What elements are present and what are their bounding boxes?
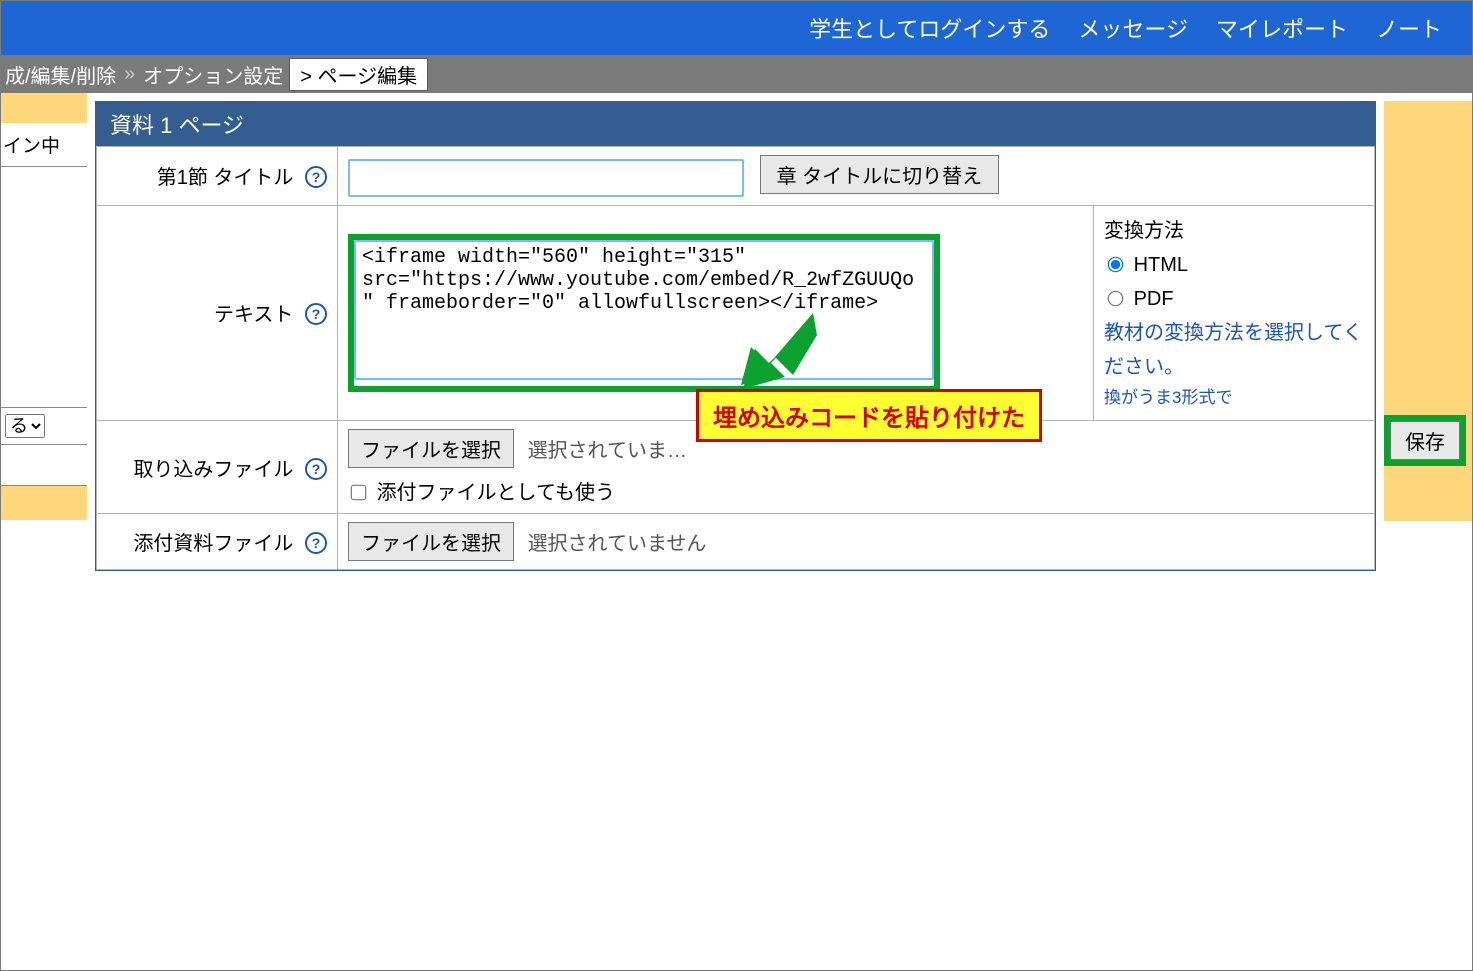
form-title: 資料 1 ページ	[96, 102, 1375, 146]
breadcrumb: 成/編集/削除 » オプション設定 > ページ編集	[1, 55, 1472, 93]
breadcrumb-active: > ページ編集	[289, 58, 428, 91]
attach-file-button[interactable]: ファイルを選択	[348, 522, 514, 561]
nav-messages[interactable]: メッセージ	[1078, 12, 1188, 44]
help-icon[interactable]: ?	[305, 532, 327, 554]
conversion-note: 換がうま3形式で	[1104, 384, 1364, 413]
annotation-callout: 埋め込みコードを貼り付けた	[696, 389, 1042, 442]
conversion-hint: 教材の変換方法を選択してください。	[1104, 316, 1364, 384]
nav-notes[interactable]: ノート	[1376, 12, 1442, 44]
conversion-html-option[interactable]: HTML	[1104, 254, 1188, 276]
breadcrumb-item[interactable]: 成/編集/削除	[5, 60, 116, 89]
save-button[interactable]: 保存	[1390, 421, 1460, 460]
switch-chapter-title-button[interactable]: 章 タイトルに切り替え	[760, 155, 1000, 194]
use-as-attachment-option[interactable]: 添付ファイルとしても使う	[348, 476, 615, 505]
left-sidebar: イン中 る	[1, 93, 87, 571]
section-title-input[interactable]	[348, 159, 744, 197]
breadcrumb-item[interactable]: オプション設定	[143, 60, 283, 89]
help-icon[interactable]: ?	[305, 458, 327, 480]
nav-login-as-student[interactable]: 学生としてログインする	[809, 12, 1050, 44]
sidebar-select[interactable]: る	[5, 414, 45, 438]
help-icon[interactable]: ?	[305, 166, 327, 188]
import-file-label: 取り込みファイル	[133, 459, 293, 481]
text-label: テキスト	[214, 304, 293, 326]
nav-my-report[interactable]: マイレポート	[1216, 12, 1348, 44]
right-panel: 保存	[1384, 101, 1472, 521]
arrow-icon	[731, 313, 821, 393]
radio-html[interactable]	[1108, 256, 1124, 272]
breadcrumb-sep-icon: »	[124, 63, 135, 86]
conversion-heading: 変換方法	[1104, 214, 1364, 248]
section-title-label: 第1節 タイトル	[157, 167, 294, 189]
highlight-box	[348, 234, 940, 392]
attach-file-name: 選択されていません	[528, 533, 707, 555]
radio-pdf[interactable]	[1108, 290, 1124, 306]
attach-file-label: 添付資料ファイル	[133, 533, 293, 555]
top-nav: 学生としてログインする メッセージ マイレポート ノート	[1, 1, 1472, 55]
conversion-pdf-option[interactable]: PDF	[1104, 288, 1174, 310]
sidebar-status: イン中	[1, 123, 87, 167]
help-icon[interactable]: ?	[305, 303, 327, 325]
import-file-name: 選択されていま…	[528, 440, 687, 462]
highlight-box: 保存	[1384, 415, 1466, 466]
text-textarea[interactable]	[354, 240, 934, 380]
use-as-attachment-checkbox[interactable]	[351, 485, 367, 501]
import-file-button[interactable]: ファイルを選択	[348, 429, 514, 468]
